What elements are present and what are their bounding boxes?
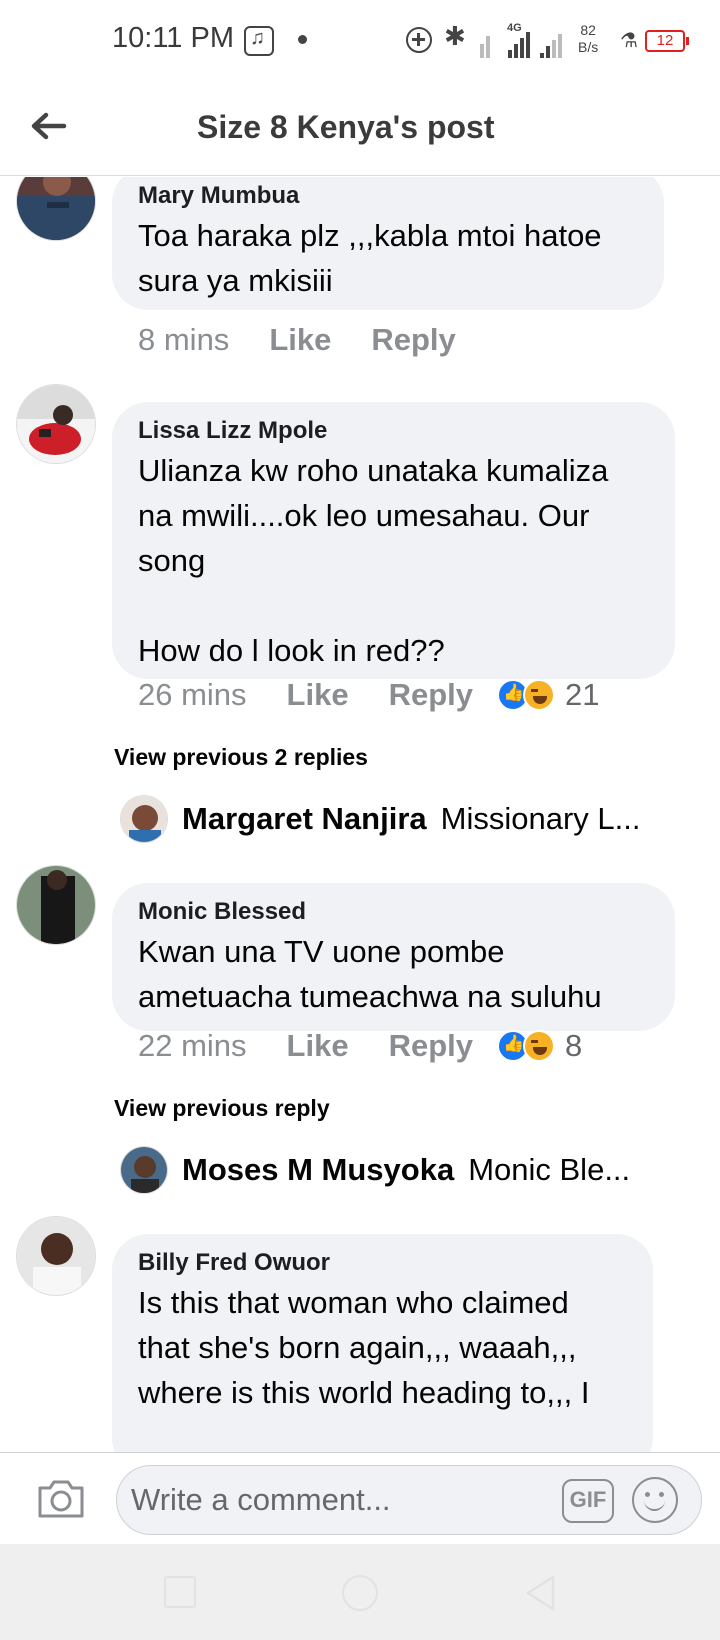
reply-author: Margaret Nanjira xyxy=(182,801,427,836)
reply-button[interactable]: Reply xyxy=(389,1028,473,1064)
reply-author: Moses M Musyoka xyxy=(182,1152,455,1187)
recent-apps-icon[interactable] xyxy=(164,1576,196,1608)
reactions[interactable] xyxy=(497,1028,557,1064)
comment-composer: GIF xyxy=(0,1452,720,1544)
like-button[interactable]: Like xyxy=(287,677,349,713)
reaction-count[interactable]: 8 xyxy=(565,1028,582,1064)
comment-bubble[interactable]: Billy Fred Owuor Is this that woman who … xyxy=(112,1234,653,1452)
arrow-left-icon[interactable] xyxy=(28,106,68,146)
reply-snippet: Monic Ble... xyxy=(468,1152,631,1187)
comment-text: Ulianza kw roho unataka kumaliza na mwil… xyxy=(138,453,609,668)
gif-icon[interactable]: GIF xyxy=(562,1479,614,1523)
like-button[interactable]: Like xyxy=(269,322,331,358)
like-button[interactable]: Like xyxy=(287,1028,349,1064)
network-speed: 82 B/s xyxy=(578,22,598,56)
avatar[interactable] xyxy=(16,1216,96,1296)
comment-input[interactable] xyxy=(116,1465,702,1535)
bluetooth-icon: ✱ xyxy=(444,22,466,52)
view-previous-replies[interactable]: View previous 2 replies xyxy=(114,744,368,771)
flask-icon: ⚗ xyxy=(620,28,638,52)
comment-bubble[interactable]: Mary Mumbua Toa haraka plz ,,,kabla mtoi… xyxy=(112,177,664,310)
status-time: 10:11 PM xyxy=(112,22,234,54)
comment-author[interactable]: Monic Blessed xyxy=(138,897,649,927)
comment-author[interactable]: Lissa Lizz Mpole xyxy=(138,416,649,446)
home-icon[interactable] xyxy=(342,1575,378,1611)
reply-button[interactable]: Reply xyxy=(389,677,473,713)
battery-level: 12 xyxy=(656,32,674,49)
network-type: 4G xyxy=(507,22,522,34)
reply-button[interactable]: Reply xyxy=(371,322,455,358)
avatar[interactable] xyxy=(16,177,96,241)
comment-meta: 22 mins Like Reply 8 xyxy=(138,1028,582,1064)
page-title: Size 8 Kenya's post xyxy=(197,109,495,145)
comment-time: 8 mins xyxy=(138,322,230,357)
signal-icon xyxy=(480,24,580,58)
reaction-count[interactable]: 21 xyxy=(565,677,599,713)
reply-preview[interactable]: Margaret Nanjira Missionary L... xyxy=(120,794,680,844)
avatar xyxy=(120,795,168,843)
reply-preview[interactable]: Moses M Musyoka Monic Ble... xyxy=(120,1145,680,1195)
comment-text: Kwan una TV uone pombe ametuacha tumeach… xyxy=(138,934,602,1014)
comment-text: Toa haraka plz ,,,kabla mtoi hatoe sura … xyxy=(138,218,602,298)
back-triangle-icon[interactable] xyxy=(524,1574,556,1612)
comment-author[interactable]: Mary Mumbua xyxy=(138,181,638,211)
comments-list[interactable]: Mary Mumbua Toa haraka plz ,,,kabla mtoi… xyxy=(0,177,720,1452)
comment-bubble[interactable]: Lissa Lizz Mpole Ulianza kw roho unataka… xyxy=(112,402,675,679)
comment-time: 22 mins xyxy=(138,1028,247,1063)
haha-reaction-icon xyxy=(523,1030,555,1062)
comment-time: 26 mins xyxy=(138,677,247,712)
reactions[interactable] xyxy=(497,677,557,713)
haha-reaction-icon xyxy=(523,679,555,711)
battery-icon: 12 xyxy=(645,30,689,52)
music-icon xyxy=(244,26,274,56)
speed-value: 82 xyxy=(580,22,596,38)
reply-snippet: Missionary L... xyxy=(440,801,641,836)
status-bar: 10:11 PM ✱ 4G 82 B/s ⚗ 12 xyxy=(0,0,720,80)
avatar[interactable] xyxy=(16,865,96,945)
camera-icon[interactable] xyxy=(36,1478,86,1520)
system-nav-bar xyxy=(0,1544,720,1640)
speed-unit: B/s xyxy=(578,39,599,55)
notification-dot-icon xyxy=(298,35,307,44)
avatar[interactable] xyxy=(16,384,96,464)
comment-meta: 26 mins Like Reply 21 xyxy=(138,677,599,713)
comment-meta: 8 mins Like Reply xyxy=(138,322,496,358)
dnd-icon xyxy=(406,27,432,53)
smile-icon[interactable] xyxy=(632,1477,678,1523)
comment-author[interactable]: Billy Fred Owuor xyxy=(138,1248,627,1278)
view-previous-replies[interactable]: View previous reply xyxy=(114,1095,330,1122)
comment-bubble[interactable]: Monic Blessed Kwan una TV uone pombe ame… xyxy=(112,883,675,1031)
post-header: Size 8 Kenya's post xyxy=(0,80,720,176)
avatar xyxy=(120,1146,168,1194)
comment-text: Is this that woman who claimed that she'… xyxy=(138,1285,590,1410)
